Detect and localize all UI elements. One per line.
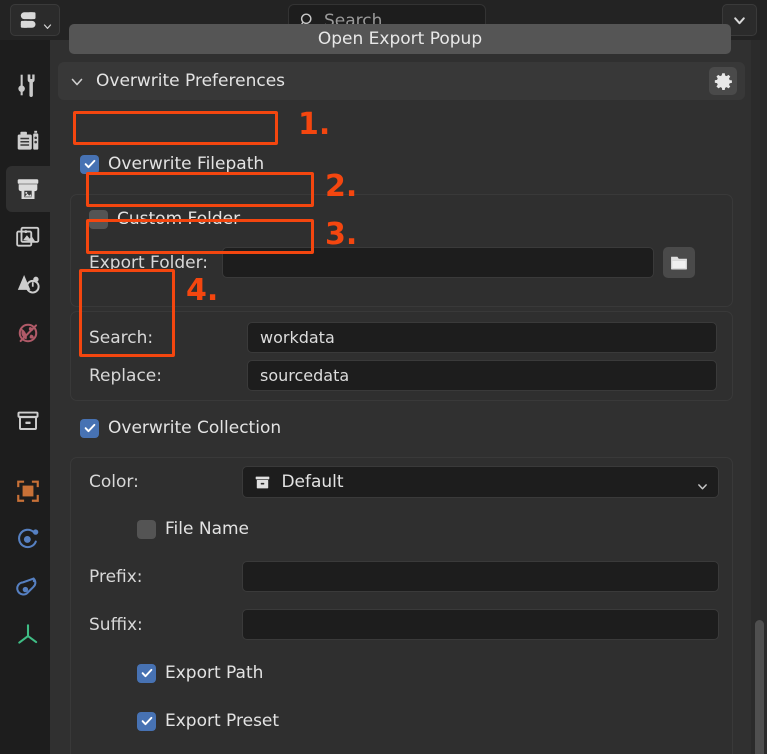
properties-main-area: Open Export Popup Overwrite Preferences — [50, 24, 767, 754]
camera-back-icon — [17, 130, 39, 150]
custom-folder-label: Custom Folder — [117, 209, 241, 229]
replace-row: Replace: sourcedata — [89, 360, 719, 391]
open-export-popup-button[interactable]: Open Export Popup — [69, 24, 731, 54]
overwrite-filepath-row[interactable]: Overwrite Filepath — [80, 154, 264, 174]
sidebar-item-render[interactable] — [6, 118, 50, 164]
gear-icon[interactable] — [709, 67, 737, 95]
constraint-icon — [16, 577, 37, 596]
scene-cone-sphere-icon — [17, 275, 40, 294]
vertical-scrollbar[interactable] — [755, 620, 764, 754]
export-path-checkbox[interactable] — [137, 663, 156, 683]
images-stack-icon — [16, 226, 40, 247]
suffix-input[interactable] — [242, 609, 719, 640]
export-preset-checkbox[interactable] — [137, 711, 156, 731]
overwrite-collection-checkbox[interactable] — [80, 418, 99, 438]
filepath-subpanel: Custom Folder Export Folder: — [70, 194, 733, 307]
collection-subpanel: Color: Default File Name Prefix: Suffix:… — [70, 457, 733, 754]
prefix-label: Prefix: — [89, 566, 143, 587]
collection-box-icon — [17, 411, 39, 430]
sidebar-item-physics[interactable] — [6, 516, 50, 562]
overwrite-preferences-panel-header[interactable]: Overwrite Preferences — [58, 62, 745, 100]
file-name-row[interactable]: File Name — [137, 519, 249, 539]
object-square-icon — [17, 480, 39, 502]
printer-output-icon — [17, 179, 39, 199]
world-globe-icon — [18, 323, 38, 343]
export-path-row[interactable]: Export Path — [137, 663, 263, 683]
export-preset-label: Export Preset — [165, 711, 280, 731]
chevron-down-icon — [733, 14, 746, 27]
color-dropdown[interactable]: Default — [242, 466, 719, 498]
overwrite-collection-label: Overwrite Collection — [108, 418, 282, 438]
chevron-down-icon — [70, 74, 84, 88]
prefix-input[interactable] — [242, 561, 719, 592]
chevron-down-icon — [697, 477, 708, 489]
sidebar-item-tool[interactable] — [6, 62, 50, 108]
export-folder-input[interactable] — [222, 247, 655, 278]
color-label: Color: — [89, 472, 139, 492]
search-row: Search: workdata — [89, 322, 719, 353]
sidebar-item-object[interactable] — [6, 468, 50, 514]
sidebar-item-constraints[interactable] — [6, 564, 50, 610]
export-preset-row[interactable]: Export Preset — [137, 711, 279, 731]
chevron-down-icon — [43, 16, 52, 29]
blender-properties-editor: Search Open Export Popup Overwrite Prefe… — [0, 0, 767, 754]
replace-text-input[interactable]: sourcedata — [247, 360, 717, 391]
prefix-row: Prefix: — [89, 561, 719, 592]
panel-scroll-region: Open Export Popup Overwrite Preferences — [50, 24, 753, 754]
search-label: Search: — [89, 327, 154, 348]
replace-label: Replace: — [89, 365, 162, 386]
color-value: Default — [281, 472, 344, 492]
sidebar-item-view-layer[interactable] — [6, 214, 50, 260]
tool-icon — [18, 74, 35, 98]
sidebar-item-object-data[interactable] — [6, 612, 50, 658]
suffix-label: Suffix: — [89, 614, 143, 635]
physics-orbit-icon — [18, 528, 39, 549]
folder-icon[interactable] — [663, 247, 696, 278]
sidebar-item-output[interactable] — [6, 166, 50, 212]
collection-icon — [253, 473, 272, 492]
sidebar-item-scene[interactable] — [6, 262, 50, 308]
suffix-row: Suffix: — [89, 609, 719, 640]
color-row: Color: Default — [89, 466, 719, 498]
overwrite-filepath-label: Overwrite Filepath — [108, 154, 265, 174]
custom-folder-checkbox[interactable] — [89, 209, 108, 229]
search-replace-subpanel: Search: workdata Replace: sourcedata — [70, 311, 733, 401]
panel-title: Overwrite Preferences — [96, 71, 286, 91]
sidebar-item-collection[interactable] — [6, 398, 50, 444]
search-text-input[interactable]: workdata — [247, 322, 717, 353]
editor-type-selector[interactable] — [10, 4, 60, 36]
file-name-checkbox[interactable] — [137, 519, 156, 539]
export-path-label: Export Path — [165, 663, 264, 683]
overwrite-filepath-checkbox[interactable] — [80, 154, 99, 174]
properties-tab-strip — [0, 40, 50, 754]
export-folder-label: Export Folder: — [89, 252, 209, 273]
sidebar-item-world[interactable] — [6, 310, 50, 356]
export-folder-row: Export Folder: — [89, 247, 719, 278]
file-name-label: File Name — [165, 519, 250, 539]
properties-editor-icon — [19, 9, 41, 31]
axes-empty-icon — [18, 624, 38, 644]
custom-folder-row[interactable]: Custom Folder — [89, 209, 240, 229]
overwrite-collection-row[interactable]: Overwrite Collection — [80, 418, 281, 438]
